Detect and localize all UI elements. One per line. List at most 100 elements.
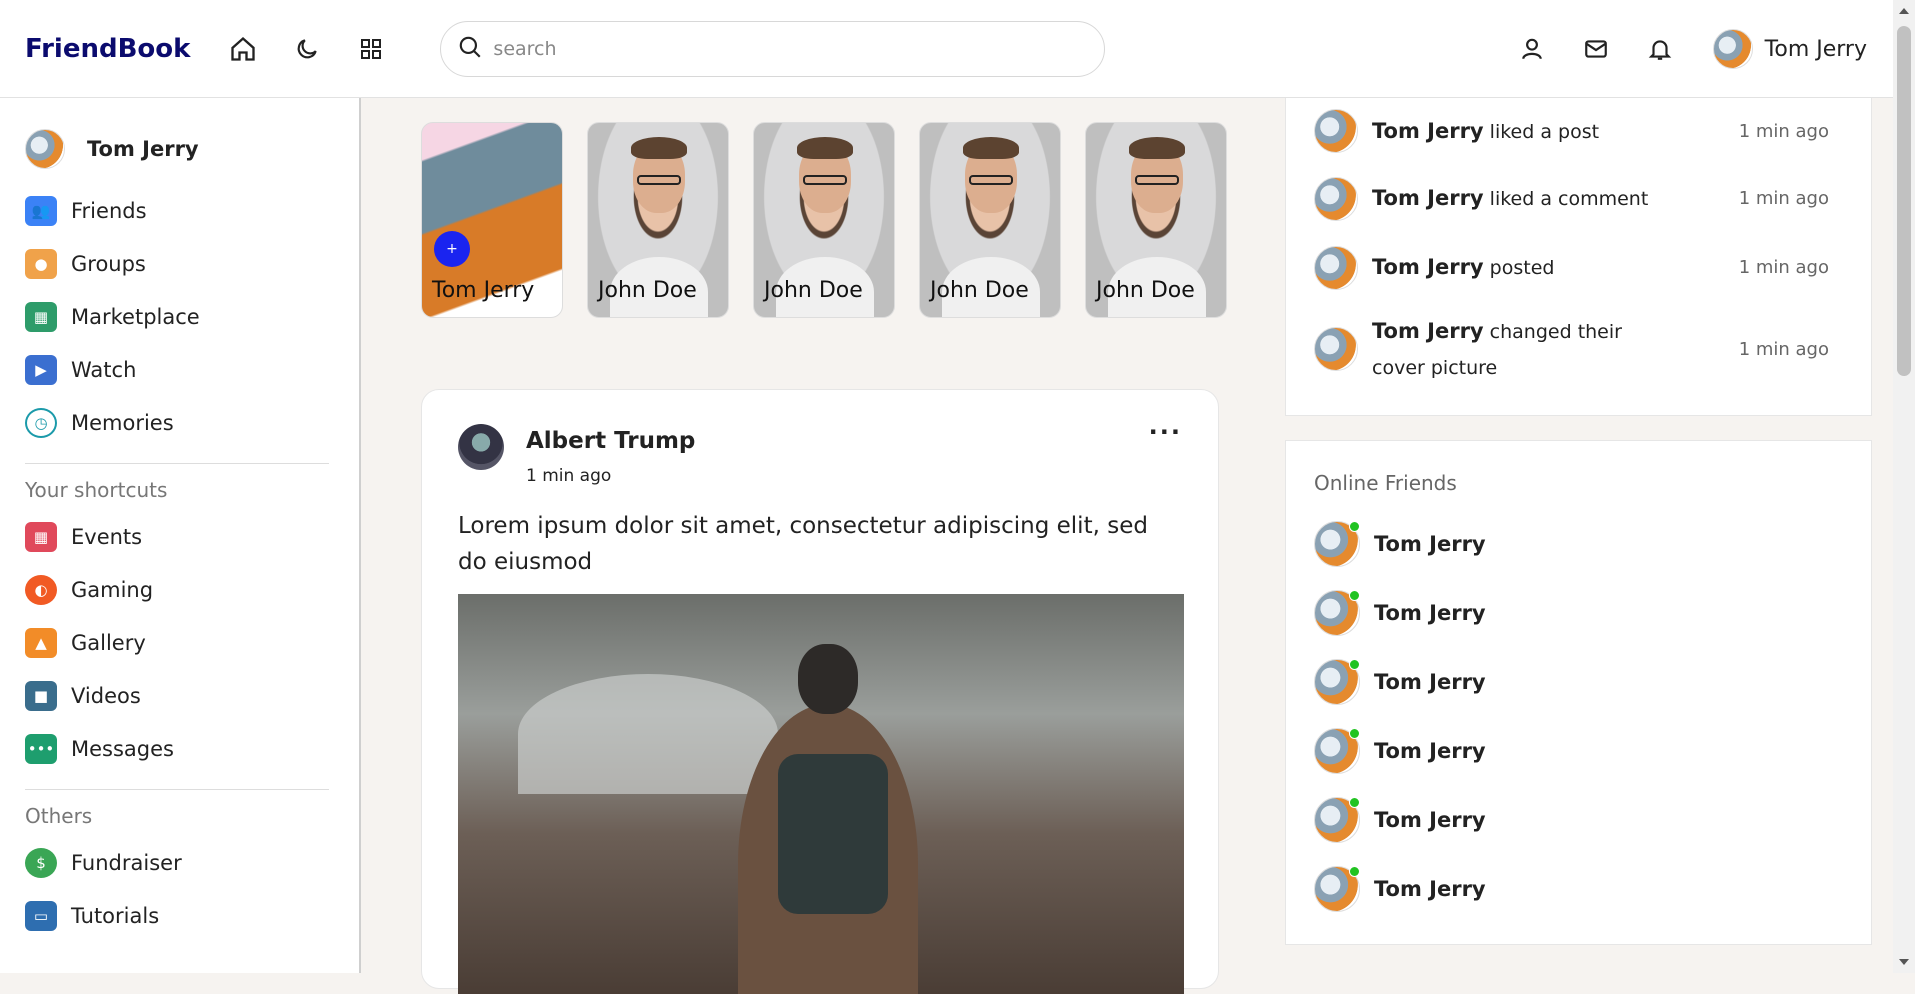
- post-image-detail: [778, 754, 888, 914]
- online-friend-item[interactable]: Tom Jerry: [1314, 785, 1843, 854]
- home-icon[interactable]: [226, 32, 260, 66]
- sidebar-item-gaming[interactable]: ◐ Gaming: [25, 563, 334, 616]
- search-bar: [440, 20, 1106, 77]
- sidebar-item-events[interactable]: ▦ Events: [25, 510, 334, 563]
- activity-item[interactable]: Tom Jerry posted 1 min ago: [1314, 233, 1843, 302]
- sidebar-item-groups[interactable]: ● Groups: [25, 237, 334, 290]
- fundraiser-icon: $: [25, 847, 57, 878]
- story-photo: [797, 137, 853, 159]
- sidebar-item-messages[interactable]: ••• Messages: [25, 722, 334, 775]
- sidebar-item-tutorials[interactable]: ▭ Tutorials: [25, 889, 334, 942]
- online-status-dot: [1349, 589, 1360, 601]
- sidebar-item-videos[interactable]: ■ Videos: [25, 669, 334, 722]
- post-time: 1 min ago: [526, 466, 612, 486]
- sidebar-item-fundraiser[interactable]: $ Fundraiser: [25, 836, 334, 889]
- sidebar-item-label: Marketplace: [71, 304, 200, 329]
- add-story-button[interactable]: +: [434, 231, 470, 267]
- story-card[interactable]: John Doe: [919, 122, 1061, 318]
- sidebar-user[interactable]: Tom Jerry: [25, 124, 334, 174]
- navbar-user[interactable]: Tom Jerry: [1712, 29, 1867, 69]
- grid-icon[interactable]: [354, 32, 388, 66]
- activity-time: 1 min ago: [1738, 257, 1829, 278]
- more-options-icon[interactable]: ···: [1149, 418, 1182, 446]
- sidebar-user-name: Tom Jerry: [87, 137, 199, 161]
- scrollbar-thumb[interactable]: [1897, 26, 1911, 376]
- story-card-mine[interactable]: + Tom Jerry: [421, 122, 563, 318]
- activity-item[interactable]: Tom Jerry liked a post 1 min ago: [1314, 98, 1843, 164]
- online-friend-name: Tom Jerry: [1374, 876, 1486, 901]
- sidebar-item-label: Videos: [71, 683, 141, 708]
- avatar: [25, 129, 65, 169]
- avatar[interactable]: [458, 424, 504, 470]
- post-author[interactable]: Albert Trump: [526, 428, 695, 454]
- story-name: Tom Jerry: [432, 278, 535, 303]
- scroll-up-icon[interactable]: [1899, 8, 1909, 14]
- online-friend-item[interactable]: Tom Jerry: [1314, 647, 1843, 716]
- online-status-dot: [1349, 865, 1360, 877]
- tutorials-icon: ▭: [25, 900, 57, 931]
- online-status-dot: [1349, 658, 1360, 670]
- activity-text: Tom Jerry liked a comment: [1372, 180, 1672, 217]
- navbar-right: Tom Jerry: [1515, 0, 1867, 98]
- activity-item[interactable]: Tom Jerry changed their cover picture 1 …: [1314, 302, 1843, 396]
- post-text: Lorem ipsum dolor sit amet, consectetur …: [458, 513, 1148, 575]
- avatar: [1314, 176, 1358, 221]
- story-card[interactable]: John Doe: [587, 122, 729, 318]
- story-photo: [803, 175, 847, 185]
- mail-icon[interactable]: [1579, 32, 1613, 66]
- online-friend-name: Tom Jerry: [1374, 738, 1486, 763]
- online-friends-panel: Online Friends Tom Jerry Tom Jerry Tom J…: [1285, 440, 1872, 945]
- activity-user: Tom Jerry: [1372, 318, 1484, 343]
- moon-icon[interactable]: [290, 32, 324, 66]
- search-icon: [457, 34, 483, 64]
- activity-user: Tom Jerry: [1372, 118, 1484, 143]
- sidebar-item-friends[interactable]: 👥 Friends: [25, 184, 334, 237]
- app-logo[interactable]: FriendBook: [25, 34, 190, 64]
- sidebar-item-marketplace[interactable]: ▦ Marketplace: [25, 290, 334, 343]
- user-icon[interactable]: [1515, 32, 1549, 66]
- left-sidebar: Tom Jerry 👥 Friends ● Groups ▦ Marketpla…: [0, 98, 361, 973]
- post-image[interactable]: [458, 594, 1184, 994]
- sidebar-item-label: Memories: [71, 410, 174, 435]
- online-friend-item[interactable]: Tom Jerry: [1314, 578, 1843, 647]
- avatar: [1314, 658, 1360, 705]
- story-photo: [1129, 137, 1185, 159]
- online-friend-item[interactable]: Tom Jerry: [1314, 854, 1843, 923]
- activity-text: Tom Jerry posted: [1372, 249, 1672, 286]
- sidebar-item-label: Events: [71, 524, 143, 549]
- activity-time: 1 min ago: [1738, 120, 1829, 142]
- bell-icon[interactable]: [1643, 32, 1677, 66]
- scroll-down-icon[interactable]: [1899, 959, 1909, 965]
- watch-icon: ▶: [25, 354, 57, 385]
- story-photo: [631, 137, 687, 159]
- online-friend-item[interactable]: Tom Jerry: [1314, 509, 1843, 578]
- story-card[interactable]: John Doe: [753, 122, 895, 318]
- videos-icon: ■: [25, 680, 57, 711]
- others-heading: Others: [25, 804, 93, 828]
- online-status-dot: [1349, 727, 1360, 739]
- activity-item[interactable]: Tom Jerry liked a comment 1 min ago: [1314, 164, 1843, 233]
- post-header: Albert Trump 1 min ago ···: [458, 418, 1182, 486]
- gaming-icon: ◐: [25, 574, 57, 605]
- messages-icon: •••: [25, 733, 57, 764]
- navbar-user-name: Tom Jerry: [1764, 36, 1867, 62]
- avatar: [1314, 865, 1360, 912]
- story-card[interactable]: John Doe: [1085, 122, 1227, 318]
- groups-icon: ●: [25, 248, 57, 279]
- page-scrollbar[interactable]: [1893, 0, 1915, 973]
- sidebar-item-label: Fundraiser: [71, 850, 182, 875]
- avatar: [1314, 520, 1360, 567]
- sidebar-item-gallery[interactable]: ▲ Gallery: [25, 616, 334, 669]
- online-friend-name: Tom Jerry: [1374, 531, 1486, 556]
- activity-text: Tom Jerry changed their cover picture: [1372, 313, 1672, 386]
- events-icon: ▦: [25, 521, 57, 552]
- sidebar-item-watch[interactable]: ▶ Watch: [25, 343, 334, 396]
- sidebar-item-memories[interactable]: ◷ Memories: [25, 396, 334, 449]
- online-friend-item[interactable]: Tom Jerry: [1314, 716, 1843, 785]
- story-name: John Doe: [764, 278, 863, 303]
- search-input[interactable]: [493, 37, 1054, 60]
- post-image-detail: [728, 624, 928, 994]
- story-photo: [1135, 175, 1179, 185]
- sidebar-item-label: Watch: [71, 357, 137, 382]
- activity-action: liked a post: [1489, 120, 1600, 143]
